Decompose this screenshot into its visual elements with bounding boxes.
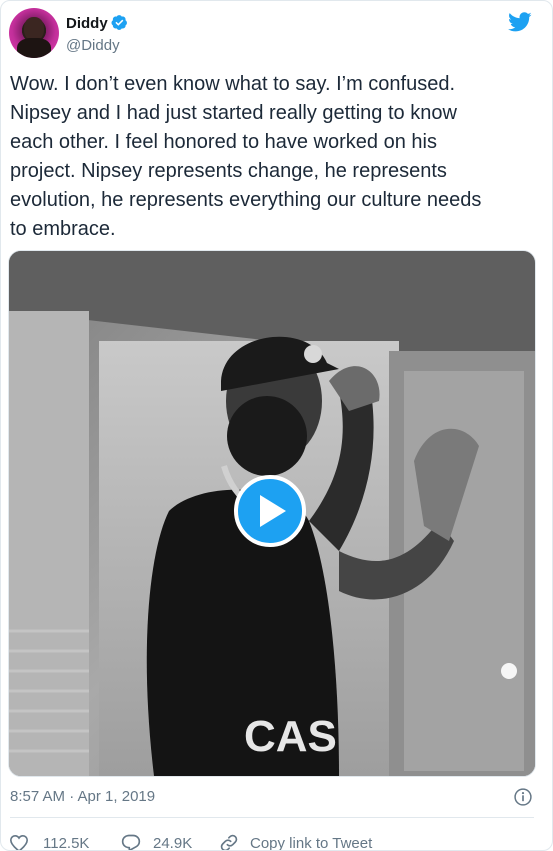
info-icon[interactable]	[513, 787, 533, 807]
link-icon	[220, 834, 238, 850]
author-name[interactable]: Diddy	[66, 15, 108, 32]
shirt-text: CAS	[244, 712, 337, 761]
heart-icon	[9, 834, 29, 850]
tweet-text: Wow. I don’t even know what to say. I’m …	[10, 73, 482, 240]
like-count: 112.5K	[43, 835, 90, 851]
verified-badge-icon	[111, 15, 127, 30]
twitter-bird-icon[interactable]	[506, 10, 534, 34]
avatar[interactable]	[9, 8, 59, 58]
reply-count: 24.9K	[153, 835, 193, 851]
divider	[10, 817, 534, 818]
timestamp[interactable]: 8:57 AM · Apr 1, 2019	[10, 788, 155, 805]
author-handle[interactable]: @Diddy	[66, 37, 120, 54]
play-button[interactable]	[234, 475, 306, 547]
tweet-card: Diddy @Diddy Wow. I don’t even know what…	[0, 0, 553, 851]
play-icon	[260, 495, 286, 527]
reply-icon	[121, 834, 141, 850]
tweet-actions: 112.5K 24.9K Copy link to Tweet	[1, 833, 552, 851]
copy-link-label: Copy link to Tweet	[250, 835, 373, 851]
